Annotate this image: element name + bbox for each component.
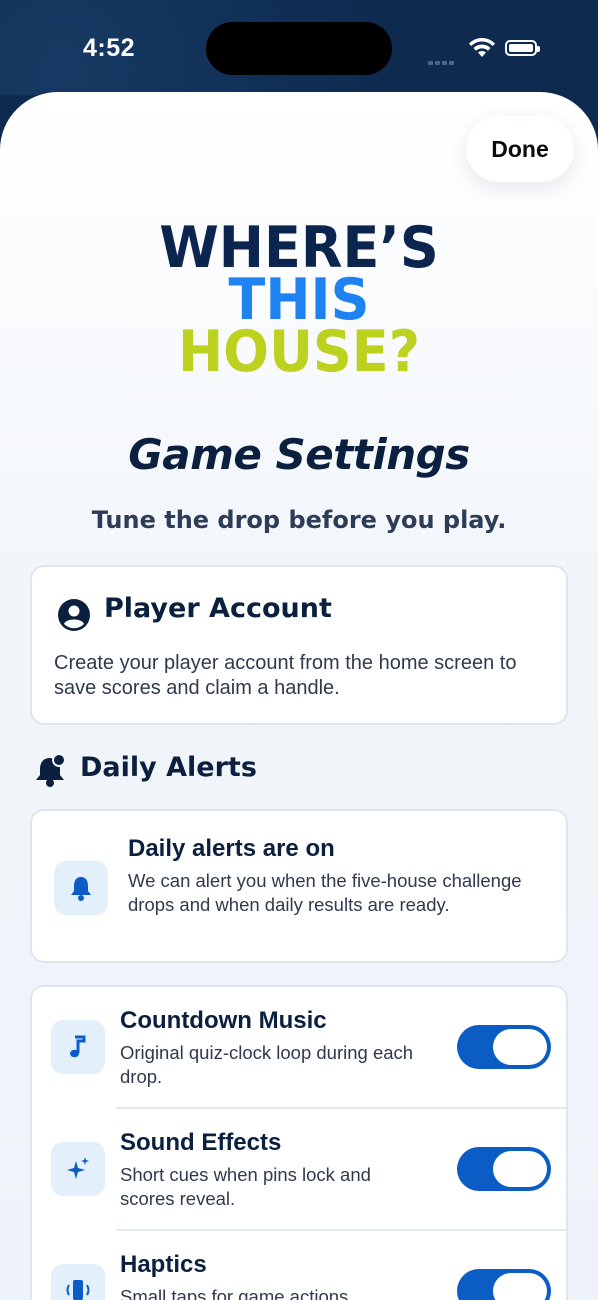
wifi-icon	[469, 38, 495, 57]
player-account-description: Create your player account from the home…	[54, 652, 517, 699]
bell-badge-icon	[36, 753, 66, 787]
page-title: Game Settings	[128, 430, 470, 479]
setting-row-sound-effects: Sound Effects Short cues when pins lock …	[32, 1109, 566, 1231]
setting-row-haptics: Haptics Small taps for game actions	[32, 1231, 566, 1300]
haptics-tile	[51, 1264, 105, 1300]
setting-description: Short cues when pins lock and scores rev…	[120, 1164, 371, 1209]
setting-description: Original quiz-clock loop during each dro…	[120, 1042, 414, 1087]
setting-description: Small taps for game actions	[120, 1286, 349, 1300]
settings-sheet: Done WHERE’S THIS HOUSE? Game Settings T…	[0, 92, 598, 1300]
setting-title: Sound Effects	[120, 1129, 282, 1156]
battery-icon	[505, 40, 540, 56]
sparkles-tile	[51, 1142, 105, 1196]
daily-alerts-description: We can alert you when the five-house cha…	[128, 870, 522, 915]
alerts-icon-tile	[54, 861, 108, 915]
status-time: 4:52	[83, 34, 136, 62]
music-note-icon	[70, 1035, 86, 1058]
countdown-music-toggle[interactable]	[457, 1025, 551, 1069]
sparkles-icon	[67, 1157, 89, 1179]
logo-line-3: HOUSE?	[177, 318, 421, 385]
audio-settings-card: Countdown Music Original quiz-clock loop…	[30, 985, 568, 1300]
bell-icon	[71, 877, 91, 901]
haptics-toggle[interactable]	[457, 1269, 551, 1300]
setting-title: Countdown Music	[120, 1007, 327, 1034]
dynamic-island	[206, 22, 392, 75]
app-logo: WHERE’S THIS HOUSE?	[0, 219, 598, 385]
daily-alerts-status: Daily alerts are on	[128, 835, 335, 862]
sound-effects-toggle[interactable]	[457, 1147, 551, 1191]
player-account-card[interactable]: Player Account Create your player accoun…	[30, 565, 568, 725]
player-account-title: Player Account	[104, 593, 332, 624]
setting-row-countdown-music: Countdown Music Original quiz-clock loop…	[32, 987, 566, 1109]
status-bar: 4:52	[0, 0, 598, 95]
person-circle-icon	[58, 599, 90, 631]
phone-vibrate-icon	[66, 1280, 90, 1300]
setting-title: Haptics	[120, 1251, 207, 1278]
page-subtitle: Tune the drop before you play.	[91, 506, 507, 534]
done-button[interactable]: Done	[466, 116, 574, 182]
daily-alerts-label: Daily Alerts	[80, 752, 257, 783]
daily-alerts-card: Daily alerts are on We can alert you whe…	[30, 809, 568, 963]
cellular-signal-icon	[428, 52, 458, 65]
music-tile	[51, 1020, 105, 1074]
